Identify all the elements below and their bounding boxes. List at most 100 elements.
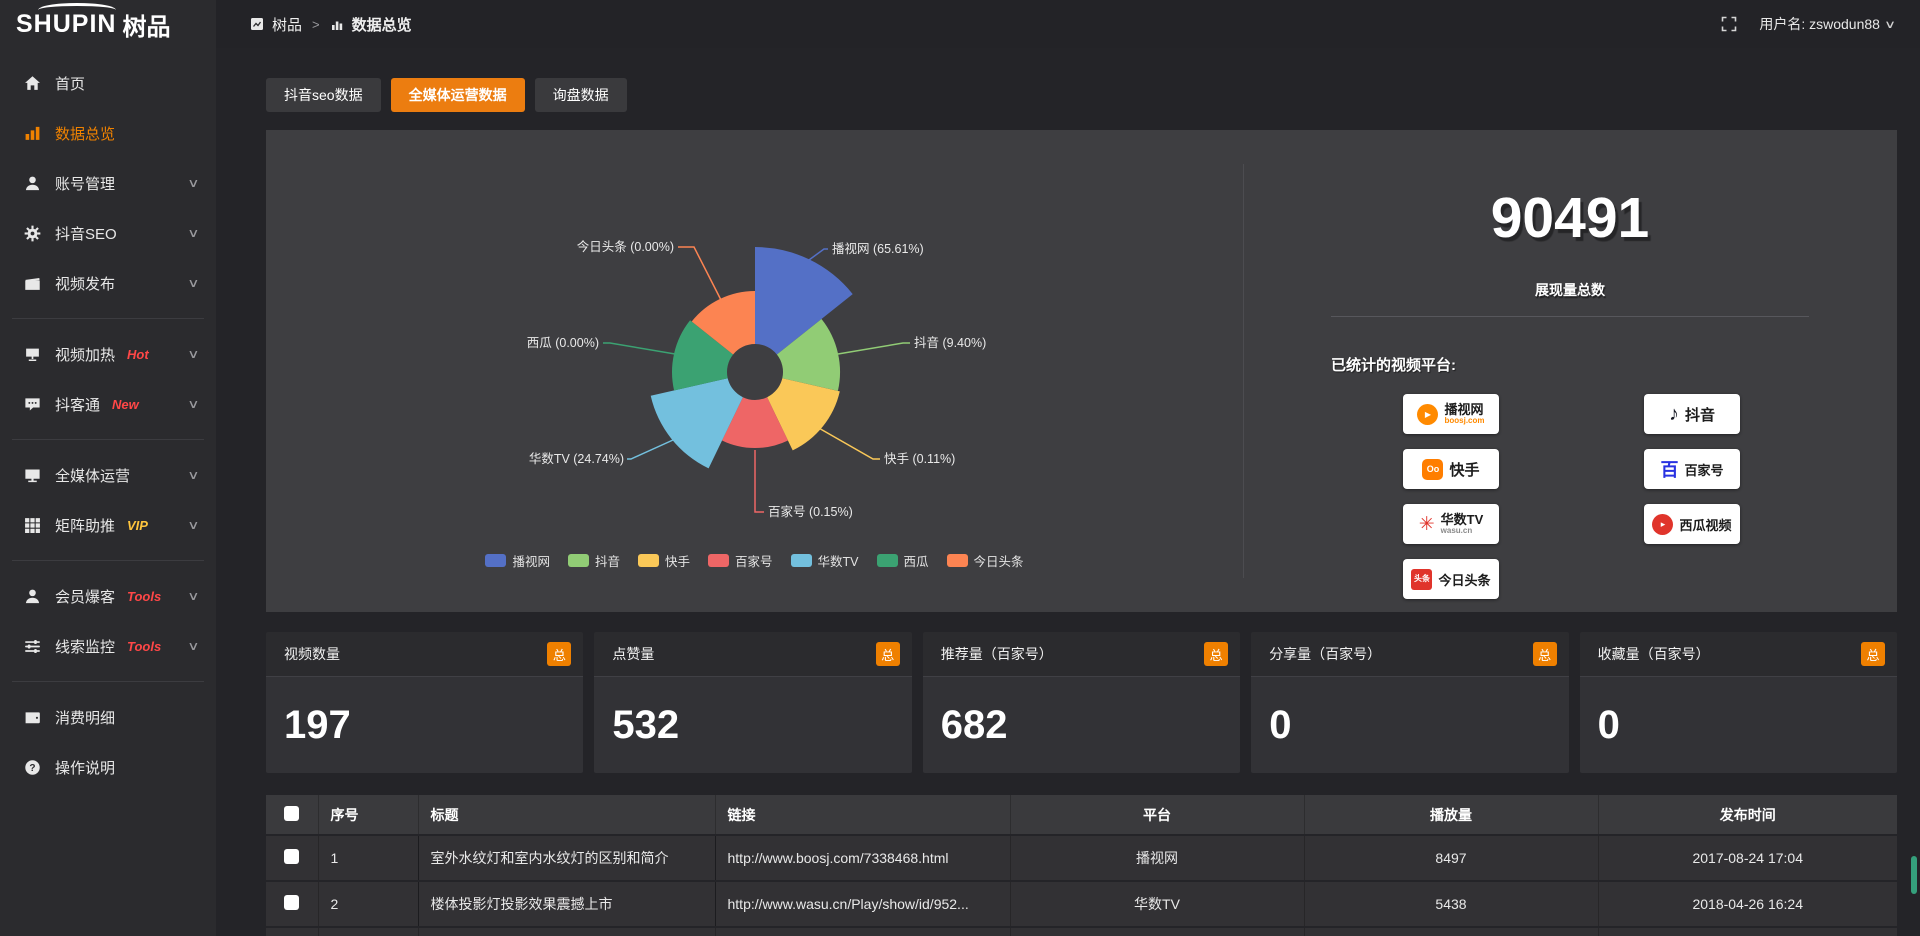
vip-badge: VIP (127, 518, 148, 533)
sidebar-item-data-overview[interactable]: 数据总览 (0, 108, 216, 158)
cell-time: 2018-04-26 16:24 (1598, 881, 1897, 927)
chevron-down-icon: ∨ (1884, 18, 1896, 31)
sidebar-item-help[interactable]: ? 操作说明 (0, 742, 216, 792)
tab-inquiry-data[interactable]: 询盘数据 (535, 78, 627, 112)
cell-views: 5438 (1304, 881, 1598, 927)
sidebar-menu: 首页 数据总览 账号管理 ∨ 抖音SEO ∨ (0, 48, 216, 792)
sidebar-item-label: 线索监控 (55, 636, 115, 657)
topbar-right: 用户名: zswodun88 ∨ (1721, 14, 1894, 34)
chevron-down-icon: ∨ (187, 276, 199, 290)
chevron-down-icon: ∨ (187, 176, 199, 190)
sidebar-item-omnimedia[interactable]: 全媒体运营 ∨ (0, 450, 216, 500)
logo-arc-decoration (38, 3, 116, 17)
pie-slice-4[interactable] (651, 378, 743, 468)
stat-card-recommend: 推荐量（百家号） 总 682 (923, 632, 1240, 773)
platform-sub: boosj.com (1444, 417, 1484, 425)
sidebar-divider (12, 439, 204, 440)
boosj-play-icon: ▶ (1417, 404, 1438, 425)
pie-label-6: 今日头条 (0.00%) (577, 239, 674, 254)
col-header-title: 标题 (418, 795, 715, 835)
platform-badge-wasu: ✳ 华数TV wasu.cn (1403, 504, 1499, 544)
logo-suffix: 树品 (122, 7, 170, 42)
sidebar-item-home[interactable]: 首页 (0, 58, 216, 108)
select-all-checkbox[interactable] (284, 806, 299, 821)
chevron-down-icon: ∨ (187, 347, 199, 361)
video-url-link[interactable]: http://www.wasu.cn/Play/show/id/952... (715, 881, 1010, 927)
wasu-star-icon: ✳ (1419, 513, 1435, 536)
cell-platform: 华数TV (1010, 881, 1304, 927)
sidebar-item-douketong[interactable]: 抖客通 New ∨ (0, 379, 216, 429)
row-checkbox[interactable] (284, 849, 299, 864)
sidebar-item-spend-detail[interactable]: 消费明细 (0, 692, 216, 742)
breadcrumb-root[interactable]: 树品 (272, 14, 302, 35)
toutiao-icon: 头条 (1411, 569, 1432, 590)
sidebar-item-lead-monitor[interactable]: 线索监控 Tools ∨ (0, 621, 216, 671)
sidebar: SHUPIN 树品 首页 数据总览 账号管理 ∨ (0, 0, 216, 936)
platform-name: 百家号 (1684, 460, 1723, 479)
stat-title: 视频数量 (284, 644, 340, 664)
site-icon (250, 17, 264, 31)
pie-label-line-3 (755, 450, 764, 512)
main-area: 树品 > 数据总览 用户名: zswodun88 ∨ 抖音seo数据 全媒体运营… (216, 0, 1920, 936)
sidebar-item-video-heat[interactable]: 视频加热 Hot ∨ (0, 329, 216, 379)
sidebar-item-label: 视频加热 (55, 344, 115, 365)
chart-legend: 播视网抖音 快手百家号华数TV 西瓜今日头条 (266, 551, 1243, 570)
video-title-link[interactable]: 室外水纹灯和室内水纹灯的区别和简介 (418, 835, 715, 881)
summary-section: 90491 展现量总数 已统计的视频平台: ▶ 播视网 boosj.com (1243, 130, 1897, 612)
tab-omnimedia-data[interactable]: 全媒体运营数据 (391, 78, 525, 112)
stat-card-favorites: 收藏量（百家号） 总 0 (1580, 632, 1897, 773)
legend-item-0[interactable]: 播视网 (485, 551, 550, 570)
content: 抖音seo数据 全媒体运营数据 询盘数据 播视网 (65.61%)抖音 (9.4… (216, 48, 1920, 936)
video-url-link[interactable]: http://www.boosj.com/7338468.html (715, 835, 1010, 881)
sidebar-item-douyin-seo[interactable]: 抖音SEO ∨ (0, 208, 216, 258)
sidebar-item-member-baoke[interactable]: 会员爆客 Tools ∨ (0, 571, 216, 621)
rose-pie-chart: 播视网 (65.61%)抖音 (9.40%)快手 (0.11%)百家号 (0.1… (266, 130, 1243, 612)
legend-item-1[interactable]: 抖音 (568, 551, 620, 570)
platform-badge-douyin: ♪ 抖音 (1644, 394, 1740, 434)
video-title-link[interactable]: 楼体投影灯投影效果震撼上市 (418, 881, 715, 927)
platform-name: 抖音 (1685, 404, 1715, 425)
chevron-down-icon: ∨ (187, 518, 199, 532)
topbar: 树品 > 数据总览 用户名: zswodun88 ∨ (216, 0, 1920, 48)
col-header-no: 序号 (318, 795, 418, 835)
bar-chart-icon (24, 125, 41, 142)
legend-item-5[interactable]: 西瓜 (877, 551, 929, 570)
pie-label-5: 西瓜 (0.00%) (527, 336, 599, 350)
stat-title: 推荐量（百家号） (941, 644, 1053, 664)
sidebar-item-video-publish[interactable]: 视频发布 ∨ (0, 258, 216, 308)
legend-item-4[interactable]: 华数TV (791, 551, 859, 570)
legend-item-6[interactable]: 今日头条 (947, 551, 1024, 570)
col-header-platform: 平台 (1010, 795, 1304, 835)
page-scrollbar-thumb[interactable] (1911, 856, 1917, 894)
platform-badge-baijiahao: 百 百家号 (1644, 449, 1740, 489)
stat-card-likes: 点赞量 总 532 (594, 632, 911, 773)
pie-label-line-1 (838, 343, 910, 354)
legend-item-3[interactable]: 百家号 (708, 551, 773, 570)
cell-no: 1 (318, 835, 418, 881)
chevron-down-icon: ∨ (187, 468, 199, 482)
sidebar-item-account-mgmt[interactable]: 账号管理 ∨ (0, 158, 216, 208)
legend-item-2[interactable]: 快手 (638, 551, 690, 570)
legend-label: 播视网 (512, 551, 550, 570)
sidebar-item-matrix-boost[interactable]: 矩阵助推 VIP ∨ (0, 500, 216, 550)
user-menu[interactable]: 用户名: zswodun88 ∨ (1759, 14, 1894, 34)
summary-divider (1331, 316, 1809, 317)
sidebar-item-label: 账号管理 (55, 173, 115, 194)
sidebar-item-label: 矩阵助推 (55, 515, 115, 536)
pie-label-0: 播视网 (65.61%) (832, 241, 924, 256)
sidebar-item-label: 首页 (55, 73, 85, 94)
tab-douyin-seo-data[interactable]: 抖音seo数据 (266, 78, 381, 112)
legend-label: 快手 (665, 551, 690, 570)
pie-label-2: 快手 (0.11%) (884, 452, 955, 466)
legend-swatch (947, 554, 968, 567)
stat-value: 682 (941, 703, 1008, 748)
row-checkbox[interactable] (284, 895, 299, 910)
table-header-row: 序号 标题 链接 平台 播放量 发布时间 (266, 795, 1897, 835)
fullscreen-icon[interactable] (1721, 16, 1737, 32)
person-icon (24, 175, 41, 192)
sidebar-item-label: 全媒体运营 (55, 465, 130, 486)
person-icon (24, 588, 41, 605)
platform-name: 播视网 (1444, 403, 1484, 417)
breadcrumb-separator: > (310, 17, 322, 32)
question-circle-icon: ? (24, 759, 41, 776)
